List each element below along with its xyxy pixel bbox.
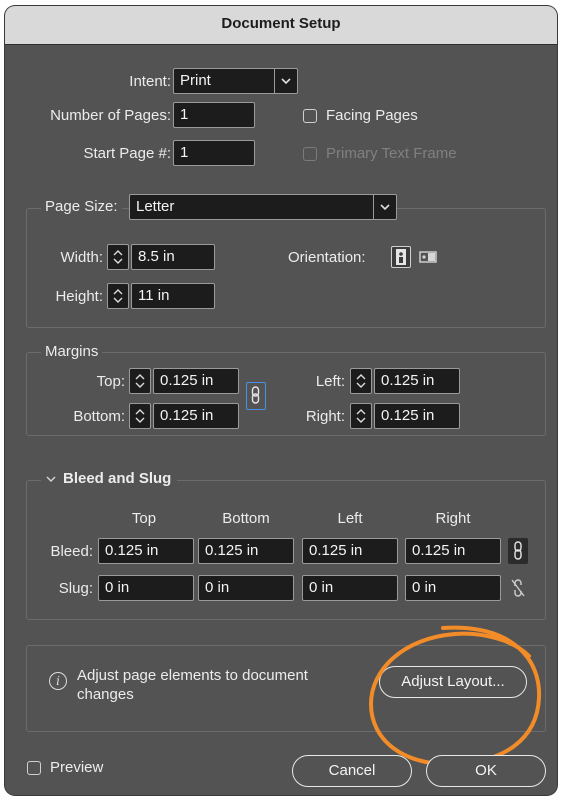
margin-top-label: Top: [96, 373, 125, 390]
margin-right-stepper[interactable] [350, 403, 372, 429]
intent-label: Intent: [129, 73, 171, 90]
margin-left-stepper[interactable] [350, 368, 372, 394]
stepper-arrows-icon [135, 374, 145, 388]
info-icon: i [49, 672, 67, 690]
margin-top-stepper[interactable] [129, 368, 151, 394]
document-setup-dialog: Document Setup Intent: Print Number of P… [5, 6, 557, 795]
preview-checkbox[interactable] [27, 761, 41, 775]
facing-pages-label: Facing Pages [326, 107, 418, 124]
column-header-right: Right [435, 510, 471, 527]
chain-link-icon [514, 541, 522, 560]
stepper-arrows-icon [356, 409, 366, 423]
margin-left-input[interactable]: 0.125 in [374, 368, 460, 394]
title-bar: Document Setup [5, 6, 557, 45]
portrait-page-icon [396, 249, 406, 265]
height-stepper[interactable] [107, 283, 129, 309]
margin-right-input[interactable]: 0.125 in [374, 403, 460, 429]
orientation-label: Orientation: [288, 249, 366, 266]
broken-chain-link-icon [511, 579, 525, 597]
page-size-group [26, 208, 546, 328]
column-header-left: Left [337, 510, 363, 527]
preview-label: Preview [50, 759, 104, 776]
start-page-label: Start Page #: [83, 145, 171, 162]
height-label: Height: [55, 288, 103, 305]
margins-legend: Margins [41, 343, 103, 360]
margin-right-label: Right: [305, 408, 345, 425]
pages-input[interactable]: 1 [173, 102, 255, 128]
ok-button[interactable]: OK [426, 755, 546, 787]
slug-unlink-button[interactable] [508, 575, 528, 601]
column-header-top: Top [131, 510, 157, 527]
landscape-orientation-button[interactable] [419, 248, 437, 266]
intent-value: Print [180, 72, 211, 89]
page-size-label: Page Size: [41, 198, 122, 215]
cancel-button[interactable]: Cancel [292, 755, 412, 787]
slug-bottom-input[interactable]: 0 in [198, 575, 294, 601]
stepper-arrows-icon [356, 374, 366, 388]
margin-bottom-label: Bottom: [73, 408, 125, 425]
bleed-left-input[interactable]: 0.125 in [302, 538, 398, 564]
bleed-link-button[interactable] [508, 538, 528, 564]
portrait-orientation-button[interactable] [391, 246, 411, 268]
chevron-down-icon [373, 195, 396, 219]
page-size-value: Letter [136, 198, 175, 215]
stepper-arrows-icon [113, 250, 123, 264]
landscape-page-icon [419, 251, 437, 263]
margin-left-label: Left: [315, 373, 345, 390]
facing-pages-checkbox[interactable] [303, 109, 317, 123]
chevron-down-icon [274, 69, 297, 93]
pages-label: Number of Pages: [50, 107, 171, 124]
stepper-arrows-icon [113, 289, 123, 303]
bleed-slug-legend: Bleed and Slug [63, 470, 172, 487]
margin-top-input[interactable]: 0.125 in [153, 368, 239, 394]
height-input[interactable]: 11 in [131, 283, 215, 309]
slug-label: Slug: [58, 580, 93, 597]
bleed-top-input[interactable]: 0.125 in [98, 538, 194, 564]
bleed-slug-toggle[interactable]: Bleed and Slug [41, 470, 178, 487]
page-size-dropdown[interactable]: Letter [129, 194, 397, 220]
adjust-info-line1: Adjust page elements to document [77, 667, 308, 684]
dialog-title: Document Setup [221, 15, 341, 32]
column-header-bottom: Bottom [222, 510, 270, 527]
width-input[interactable]: 8.5 in [131, 244, 215, 270]
chain-link-icon [251, 386, 260, 404]
bleed-right-input[interactable]: 0.125 in [405, 538, 501, 564]
adjust-info-line2: changes [77, 686, 134, 703]
width-label: Width: [60, 249, 103, 266]
slug-left-input[interactable]: 0 in [302, 575, 398, 601]
margin-bottom-input[interactable]: 0.125 in [153, 403, 239, 429]
width-stepper[interactable] [107, 244, 129, 270]
bleed-label: Bleed: [50, 543, 93, 560]
margin-bottom-stepper[interactable] [129, 403, 151, 429]
stepper-arrows-icon [135, 409, 145, 423]
primary-text-frame-checkbox[interactable] [303, 147, 317, 161]
slug-top-input[interactable]: 0 in [98, 575, 194, 601]
orange-highlight-circle-annotation [368, 625, 542, 767]
bleed-bottom-input[interactable]: 0.125 in [198, 538, 294, 564]
margins-link-button[interactable] [246, 382, 266, 410]
intent-dropdown[interactable]: Print [173, 68, 298, 94]
chevron-down-icon [46, 476, 56, 483]
slug-right-input[interactable]: 0 in [405, 575, 501, 601]
primary-text-frame-label: Primary Text Frame [326, 145, 457, 162]
start-page-input[interactable]: 1 [173, 140, 255, 166]
